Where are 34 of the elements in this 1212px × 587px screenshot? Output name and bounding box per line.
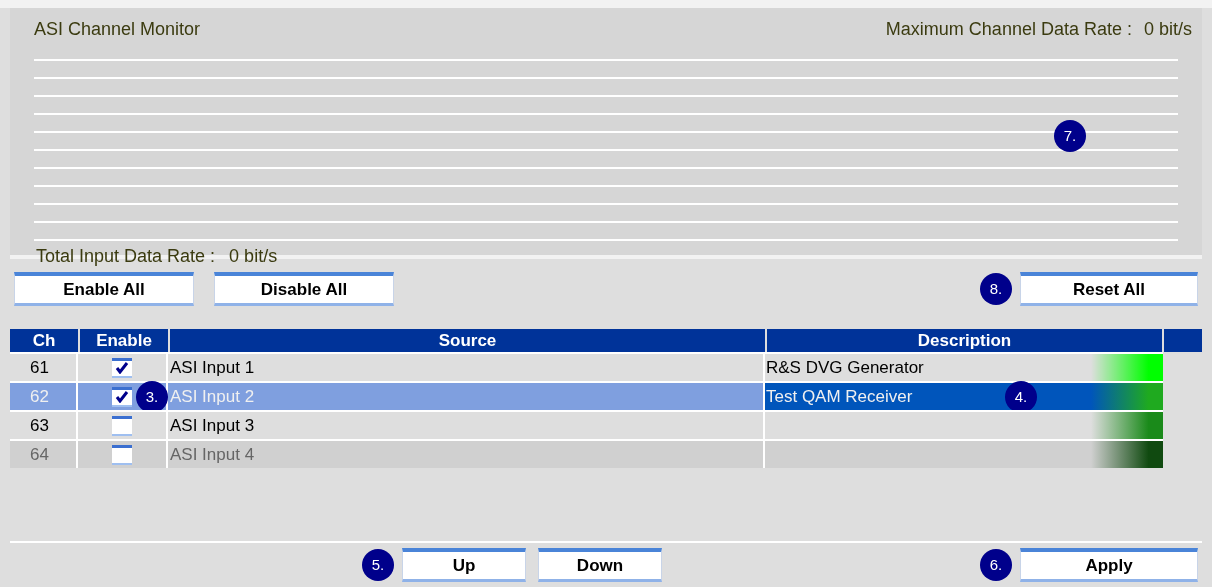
action-button[interactable]: Reset All	[1020, 272, 1198, 306]
table-row[interactable]: 63 ASI Input 3	[10, 410, 1163, 439]
callout-marker: 6.	[980, 549, 1012, 581]
table-cell: ASI Input 4	[168, 441, 765, 468]
column-header: Source	[170, 329, 765, 352]
column-header: Description	[767, 329, 1162, 352]
checkmark-icon	[115, 391, 129, 403]
column-header: Ch	[10, 329, 78, 352]
table-cell: 64	[10, 441, 78, 468]
checkbox[interactable]	[112, 386, 132, 407]
checkmark-icon	[115, 362, 129, 374]
table-cell-text: R&S DVG Generator	[765, 356, 924, 379]
callout-marker: 8.	[980, 273, 1012, 305]
action-button[interactable]: Disable All	[214, 272, 394, 306]
total-rate-label: Total Input Data Rate :	[36, 245, 216, 268]
column-header	[1164, 329, 1202, 352]
total-rate-value: 0 bit/s	[229, 245, 278, 268]
max-rate-value: 0 bit/s	[1143, 18, 1192, 41]
action-button[interactable]: Apply	[1020, 548, 1198, 582]
table-cell-text: Test QAM Receiver	[765, 385, 913, 408]
callout-marker: 3.	[136, 381, 168, 413]
callout-marker: 7.	[1054, 120, 1086, 152]
callout-marker: 4.	[1005, 381, 1037, 413]
max-rate-label: Maximum Channel Data Rate :	[885, 18, 1132, 41]
action-button[interactable]: Up	[402, 548, 526, 582]
column-header: Enable	[80, 329, 168, 352]
action-button[interactable]: Down	[538, 548, 662, 582]
monitor-title: ASI Channel Monitor	[34, 18, 201, 41]
action-button[interactable]: Enable All	[14, 272, 194, 306]
checkbox[interactable]	[112, 357, 132, 378]
table-row[interactable]: 62 3. ASI Input 2 Test QAM Receiver 4.	[10, 381, 1163, 410]
checkbox[interactable]	[112, 415, 132, 436]
table-row[interactable]: 61 ASI Input 1 R&S DVG Generator	[10, 352, 1163, 381]
callout-marker: 5.	[362, 549, 394, 581]
